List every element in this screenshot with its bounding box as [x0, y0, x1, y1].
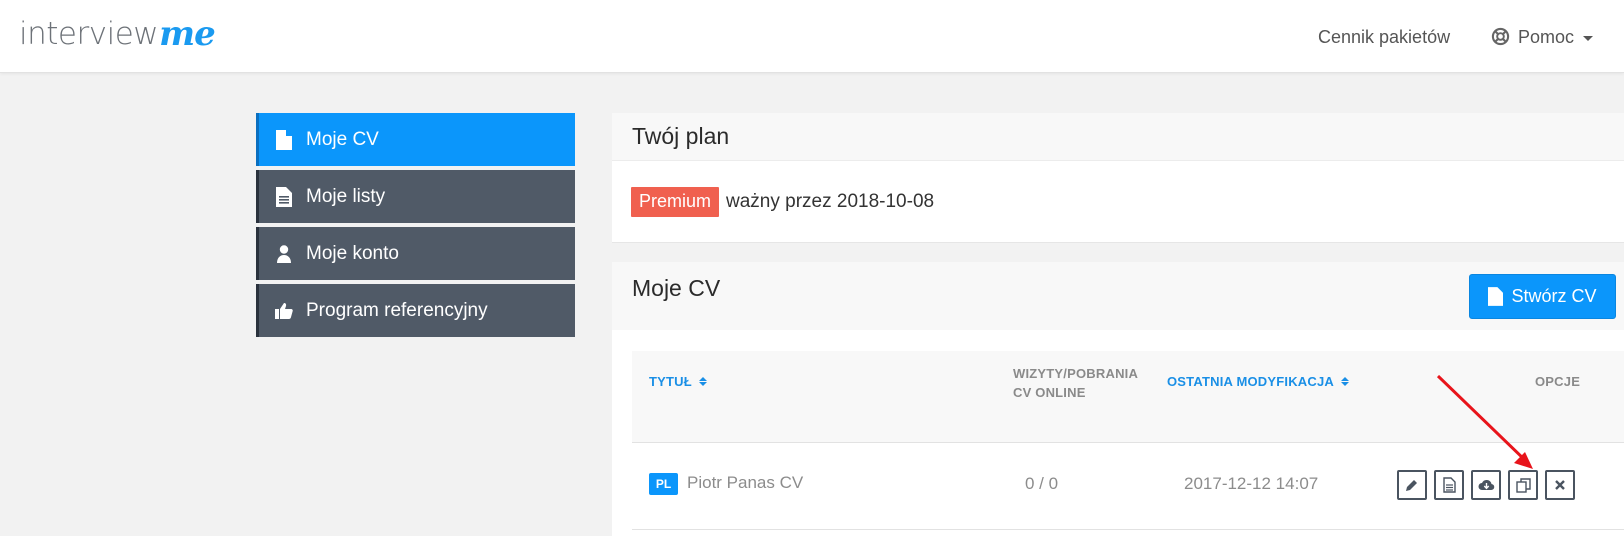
- cloud-download-icon: [1478, 479, 1494, 491]
- divider: [612, 242, 1624, 243]
- premium-badge: Premium: [631, 187, 720, 217]
- logo-main-text: interview: [19, 16, 159, 52]
- sidebar-item-program-referencyjny[interactable]: Program referencyjny: [256, 284, 575, 337]
- user-icon: [274, 243, 294, 265]
- caret-down-icon: [1583, 36, 1594, 41]
- column-header-title[interactable]: TYTUŁ: [649, 374, 707, 389]
- column-header-options: OPCJE: [1535, 374, 1581, 389]
- cv-title-link[interactable]: Piotr Panas CV: [687, 473, 803, 493]
- duplicate-button[interactable]: [1508, 470, 1538, 500]
- plan-panel-body: Premium ważny przez 2018-10-08: [612, 161, 1624, 217]
- sidebar-item-label: Program referencyjny: [306, 299, 488, 321]
- sort-icon: [698, 377, 707, 386]
- table-row: PL Piotr Panas CV 0 / 0 2017-12-12 14:07: [632, 444, 1624, 530]
- column-header-modified-label: OSTATNIA MODYFIKACJA: [1167, 374, 1334, 389]
- plan-panel-header: Twój plan: [612, 113, 1624, 161]
- cv-modified-value: 2017-12-12 14:07: [1184, 474, 1319, 493]
- top-navbar: interview me Cennik pakietów Pomoc: [0, 0, 1624, 73]
- create-cv-label: Stwórz CV: [1511, 286, 1597, 306]
- plan-title: Twój plan: [632, 123, 730, 149]
- sidebar-item-moje-konto[interactable]: Moje konto: [256, 227, 575, 280]
- sidebar: Moje CV Moje listy Moje konto Program re…: [256, 113, 575, 341]
- cv-panel-title: Moje CV: [632, 275, 721, 301]
- create-cv-button[interactable]: Stwórz CV: [1469, 274, 1616, 319]
- sidebar-item-moje-listy[interactable]: Moje listy: [256, 170, 575, 223]
- sidebar-item-label: Moje listy: [306, 185, 386, 207]
- edit-button[interactable]: [1397, 470, 1427, 500]
- lifebuoy-icon: [1491, 27, 1510, 46]
- thumbs-up-icon: [274, 300, 294, 322]
- column-header-visits-line1: WIZYTY/POBRANIA: [1013, 366, 1139, 381]
- plan-valid-text: ważny przez 2018-10-08: [726, 191, 935, 212]
- column-header-modified[interactable]: OSTATNIA MODYFIKACJA: [1167, 374, 1349, 389]
- preview-icon: [1442, 477, 1456, 493]
- delete-button[interactable]: [1545, 470, 1575, 500]
- interviewme-logo[interactable]: interview me: [19, 14, 216, 54]
- nav-help-label: Pomoc: [1518, 27, 1575, 47]
- edit-icon: [1406, 480, 1417, 491]
- copy-icon: [1515, 477, 1531, 493]
- sidebar-item-label: Moje CV: [306, 128, 379, 150]
- cv-table-header: TYTUŁ WIZYTY/POBRANIA CV ONLINE OSTATNIA…: [632, 351, 1624, 443]
- nav-help-dropdown[interactable]: Pomoc: [1491, 27, 1594, 48]
- file-icon: [274, 129, 294, 151]
- language-badge: PL: [649, 473, 678, 495]
- close-icon: [1555, 480, 1565, 490]
- sidebar-item-moje-cv[interactable]: Moje CV: [256, 113, 575, 166]
- nav-pricing-link[interactable]: Cennik pakietów: [1318, 27, 1450, 48]
- plan-panel: Twój plan Premium ważny przez 2018-10-08: [612, 113, 1624, 243]
- column-header-visits: WIZYTY/POBRANIA CV ONLINE: [1013, 364, 1138, 402]
- file-text-icon: [274, 186, 294, 208]
- logo-script-text: me: [159, 14, 216, 54]
- file-icon: [1488, 287, 1504, 306]
- column-header-title-label: TYTUŁ: [649, 374, 692, 389]
- sidebar-item-label: Moje konto: [306, 242, 399, 264]
- download-button[interactable]: [1471, 470, 1501, 500]
- column-header-visits-line2: CV ONLINE: [1013, 385, 1086, 400]
- sort-icon: [1340, 377, 1349, 386]
- preview-button[interactable]: [1434, 470, 1464, 500]
- cv-visits-value: 0 / 0: [1025, 474, 1059, 493]
